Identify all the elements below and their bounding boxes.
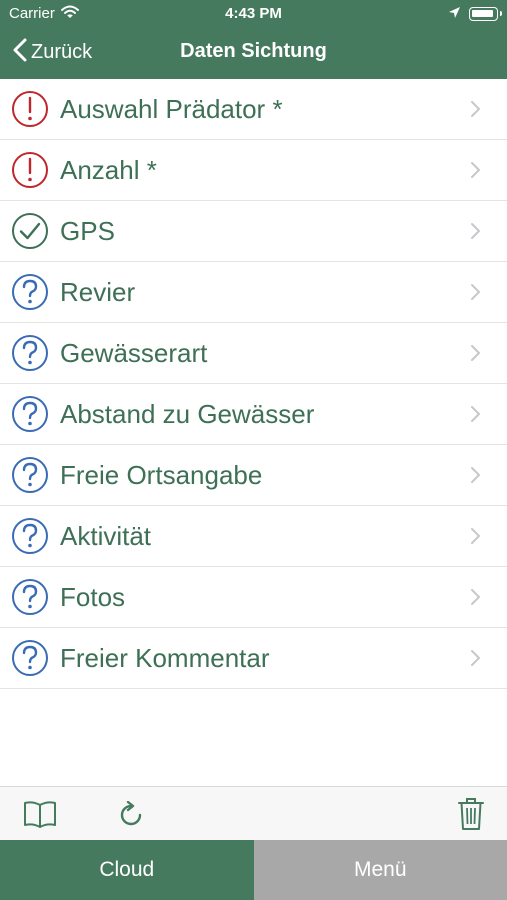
question-icon (11, 334, 49, 372)
page-title: Daten Sichtung (180, 40, 327, 62)
list-item-label: Revier (60, 277, 136, 307)
checkmark-icon (11, 212, 49, 250)
list-item-label: Aktivität (60, 521, 152, 551)
question-icon (11, 517, 49, 555)
tab-bar: Cloud Menü (0, 840, 507, 900)
list-item-label: Abstand zu Gewässer (60, 399, 315, 429)
list-item-label: Fotos (60, 582, 126, 612)
status-bar: Carrier 4:43 PM (0, 0, 507, 28)
trash-icon[interactable] (457, 797, 485, 836)
chevron-right-icon (470, 527, 482, 550)
list-item-label: Freie Ortsangabe (60, 460, 263, 490)
list-item-fotos[interactable]: Fotos (0, 567, 507, 628)
chevron-right-icon (470, 405, 482, 428)
question-icon (11, 395, 49, 433)
field-list: Auswahl Prädator * Anzahl * GPS Revier G… (0, 79, 507, 689)
list-item-label: Gewässerart (60, 338, 208, 368)
question-icon (11, 456, 49, 494)
nav-header: Carrier 4:43 PM Zurück Daten Sichtung (0, 0, 507, 79)
list-item-auswahl-praedator[interactable]: Auswahl Prädator * (0, 79, 507, 140)
question-icon (11, 273, 49, 311)
battery-icon (469, 7, 502, 21)
tab-cloud[interactable]: Cloud (0, 840, 254, 900)
list-item-label: GPS (60, 216, 115, 246)
list-item-aktivitaet[interactable]: Aktivität (0, 506, 507, 567)
list-item-label: Auswahl Prädator * (60, 94, 283, 124)
chevron-right-icon (470, 100, 482, 123)
required-alert-icon (11, 151, 49, 189)
list-item-revier[interactable]: Revier (0, 262, 507, 323)
list-item-anzahl[interactable]: Anzahl * (0, 140, 507, 201)
list-item-label: Freier Kommentar (60, 643, 270, 673)
question-icon (11, 578, 49, 616)
chevron-right-icon (470, 466, 482, 489)
tab-menu[interactable]: Menü (253, 840, 507, 900)
refresh-icon[interactable] (117, 800, 145, 834)
chevron-right-icon (470, 649, 482, 672)
chevron-right-icon (470, 161, 482, 184)
chevron-right-icon (470, 344, 482, 367)
list-item-gps[interactable]: GPS (0, 201, 507, 262)
list-item-gewaesserart[interactable]: Gewässerart (0, 323, 507, 384)
list-item-freier-kommentar[interactable]: Freier Kommentar (0, 628, 507, 689)
chevron-right-icon (470, 283, 482, 306)
location-arrow-icon (448, 6, 461, 23)
chevron-right-icon (470, 588, 482, 611)
required-alert-icon (11, 90, 49, 128)
bottom-toolbar (0, 786, 507, 840)
clock: 4:43 PM (225, 5, 282, 22)
list-item-label: Anzahl * (60, 155, 157, 185)
list-item-freie-ortsangabe[interactable]: Freie Ortsangabe (0, 445, 507, 506)
list-item-abstand-zu-gewaesser[interactable]: Abstand zu Gewässer (0, 384, 507, 445)
question-icon (11, 639, 49, 677)
book-icon[interactable] (23, 799, 57, 834)
chevron-right-icon (470, 222, 482, 245)
